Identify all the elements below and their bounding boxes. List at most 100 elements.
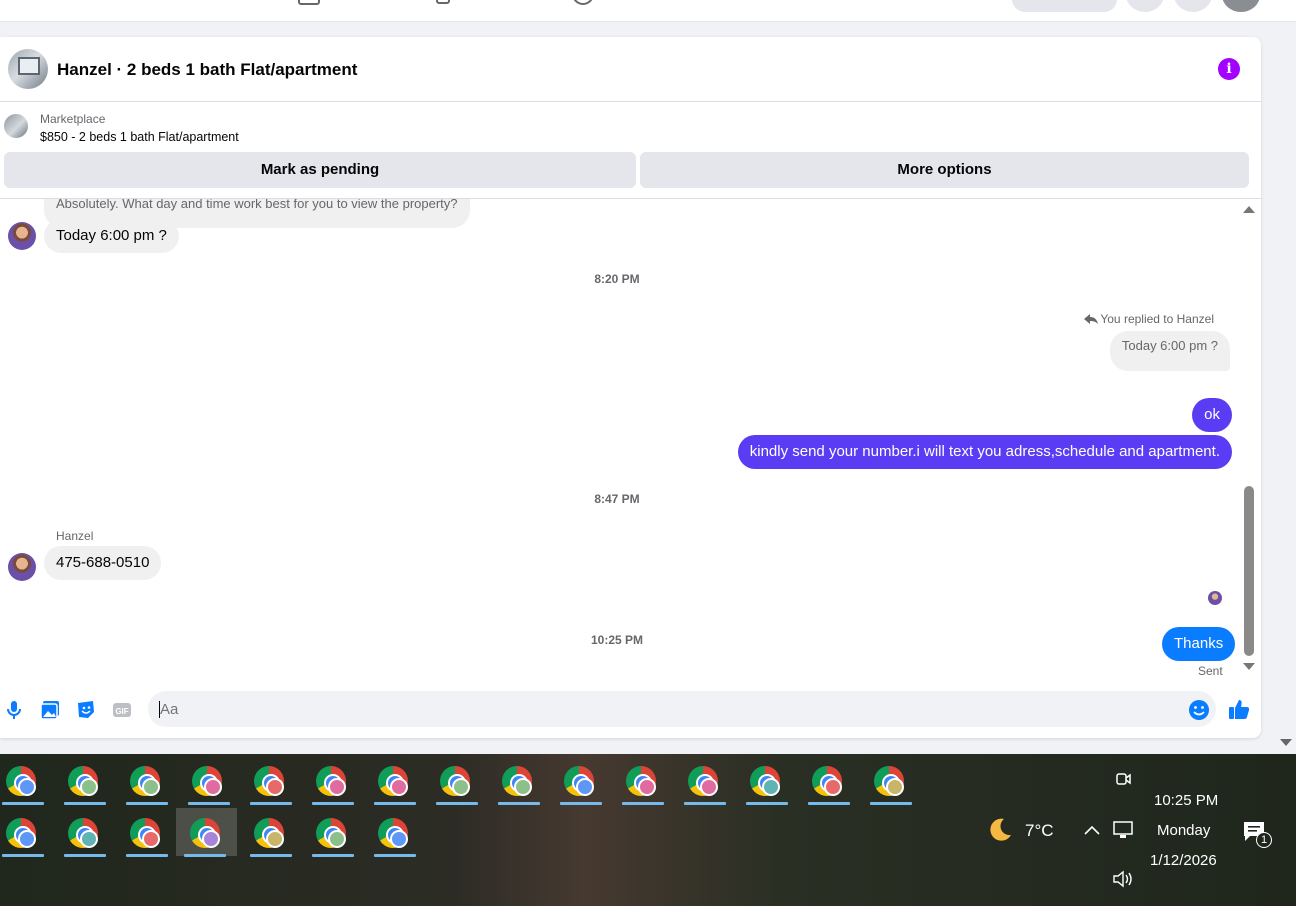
groups-nav-icon[interactable] <box>434 0 456 6</box>
running-indicator <box>250 802 292 805</box>
photo-icon[interactable] <box>40 700 60 720</box>
profile-badge-icon <box>80 778 98 796</box>
mark-as-pending-button[interactable]: Mark as pending <box>4 152 636 188</box>
chrome-taskbar-item[interactable] <box>60 808 108 857</box>
profile-badge-icon <box>514 778 532 796</box>
profile-badge-icon <box>18 778 36 796</box>
running-indicator <box>498 802 540 805</box>
chrome-taskbar-item[interactable] <box>308 756 356 805</box>
seen-avatar <box>1208 591 1222 605</box>
chrome-taskbar-item[interactable] <box>742 756 790 805</box>
chrome-taskbar-item[interactable] <box>370 808 418 857</box>
emoji-icon[interactable] <box>1188 699 1210 721</box>
profile-badge-icon <box>886 778 904 796</box>
chrome-taskbar-item[interactable] <box>122 808 170 857</box>
profile-badge-icon <box>700 778 718 796</box>
sender-avatar[interactable] <box>8 222 36 250</box>
scroll-thumb[interactable] <box>1244 486 1254 656</box>
chrome-taskbar-item-active[interactable] <box>176 808 237 857</box>
listing-title[interactable]: $850 - 2 beds 1 bath Flat/apartment <box>40 130 239 144</box>
menu-icon[interactable] <box>1126 0 1164 12</box>
conversation-title[interactable]: Hanzel · 2 beds 1 bath Flat/apartment <box>57 60 357 80</box>
profile-badge-icon <box>204 778 222 796</box>
chat-window: Hanzel · 2 beds 1 bath Flat/apartment i … <box>0 37 1261 738</box>
microphone-icon[interactable] <box>4 700 24 720</box>
reply-indicator: You replied to Hanzel <box>1084 312 1214 326</box>
profile-badge-icon <box>638 778 656 796</box>
chrome-taskbar-item[interactable] <box>308 808 356 857</box>
like-thumb-icon[interactable] <box>1228 698 1250 720</box>
chrome-taskbar-item[interactable] <box>680 756 728 805</box>
clock-day[interactable]: Monday <box>1157 822 1210 839</box>
clock-time[interactable]: 10:25 PM <box>1154 792 1218 809</box>
volume-icon[interactable] <box>1112 870 1134 888</box>
gif-icon[interactable]: GIF <box>112 700 132 720</box>
outgoing-message-thanks[interactable]: Thanks <box>1162 627 1236 661</box>
gaming-nav-icon[interactable] <box>572 0 594 6</box>
conversation-avatar[interactable] <box>8 49 48 89</box>
meet-now-icon[interactable] <box>1114 770 1132 788</box>
profile-badge-icon <box>824 778 842 796</box>
chrome-taskbar-item[interactable] <box>184 756 232 805</box>
scroll-down-arrow[interactable] <box>1243 663 1255 670</box>
message-list: Absolutely. What day and time work best … <box>0 199 1240 681</box>
running-indicator <box>684 802 726 805</box>
info-icon[interactable]: i <box>1218 58 1240 80</box>
running-indicator <box>188 802 230 805</box>
notification-count-badge: 1 <box>1256 832 1272 848</box>
outgoing-message[interactable]: kindly send your number.i will text you … <box>737 435 1232 469</box>
profile-badge-icon <box>80 830 98 848</box>
sender-avatar[interactable] <box>8 553 36 581</box>
screen: Hanzel · 2 beds 1 bath Flat/apartment i … <box>0 0 1296 906</box>
windows-taskbar: 7°C 10:25 PM Monday 1/12/2026 1 <box>0 754 1296 906</box>
search-pill[interactable] <box>1012 0 1117 12</box>
profile-badge-icon <box>142 830 160 848</box>
chrome-taskbar-item[interactable] <box>246 808 294 857</box>
chrome-taskbar-item[interactable] <box>804 756 852 805</box>
timestamp: 8:47 PM <box>594 492 640 506</box>
running-indicator <box>622 802 664 805</box>
running-indicator <box>560 802 602 805</box>
top-navigation-bar <box>0 0 1296 22</box>
sent-status: Sent <box>1198 664 1223 678</box>
scroll-up-arrow[interactable] <box>1243 206 1255 213</box>
sticker-icon[interactable] <box>76 700 96 720</box>
profile-badge-icon <box>328 778 346 796</box>
weather-moon-icon[interactable] <box>986 816 1014 844</box>
network-icon[interactable] <box>1112 820 1134 840</box>
message-input[interactable] <box>148 691 1216 727</box>
chrome-taskbar-item[interactable] <box>494 756 542 805</box>
chrome-taskbar-item[interactable] <box>866 756 914 805</box>
page-scroll-down-arrow[interactable] <box>1280 739 1292 746</box>
chevron-up-icon[interactable] <box>1084 824 1100 836</box>
chrome-taskbar-item[interactable] <box>60 756 108 805</box>
running-indicator <box>64 802 106 805</box>
sender-name: Hanzel <box>56 529 94 543</box>
chrome-taskbar-item[interactable] <box>0 756 46 805</box>
chrome-taskbar-item[interactable] <box>556 756 604 805</box>
chrome-taskbar-item[interactable] <box>618 756 666 805</box>
clock-date[interactable]: 1/12/2026 <box>1150 852 1217 869</box>
profile-avatar[interactable] <box>1222 0 1260 12</box>
profile-badge-icon <box>202 830 220 848</box>
quoted-message[interactable]: Today 6:00 pm ? <box>1109 331 1230 371</box>
chrome-taskbar-item[interactable] <box>246 756 294 805</box>
listing-panel: Marketplace $850 - 2 beds 1 bath Flat/ap… <box>0 102 1261 199</box>
chrome-taskbar-item[interactable] <box>432 756 480 805</box>
text-caret <box>159 701 160 718</box>
profile-badge-icon <box>390 830 408 848</box>
incoming-message[interactable]: Today 6:00 pm ? <box>44 219 179 253</box>
notifications-icon[interactable] <box>1174 0 1212 12</box>
weather-temperature[interactable]: 7°C <box>1025 821 1054 841</box>
chrome-taskbar-item[interactable] <box>370 756 418 805</box>
listing-thumbnail[interactable] <box>4 114 28 138</box>
profile-badge-icon <box>142 778 160 796</box>
incoming-message[interactable]: 475-688-0510 <box>44 546 162 580</box>
chrome-taskbar-item[interactable] <box>0 808 46 857</box>
more-options-button[interactable]: More options <box>640 152 1249 188</box>
outgoing-message-ok[interactable]: ok <box>1192 398 1232 432</box>
message-scrollbar[interactable] <box>1240 200 1258 676</box>
marketplace-nav-icon[interactable] <box>298 0 320 6</box>
chrome-taskbar-item[interactable] <box>122 756 170 805</box>
reply-arrow-icon <box>1084 314 1099 324</box>
